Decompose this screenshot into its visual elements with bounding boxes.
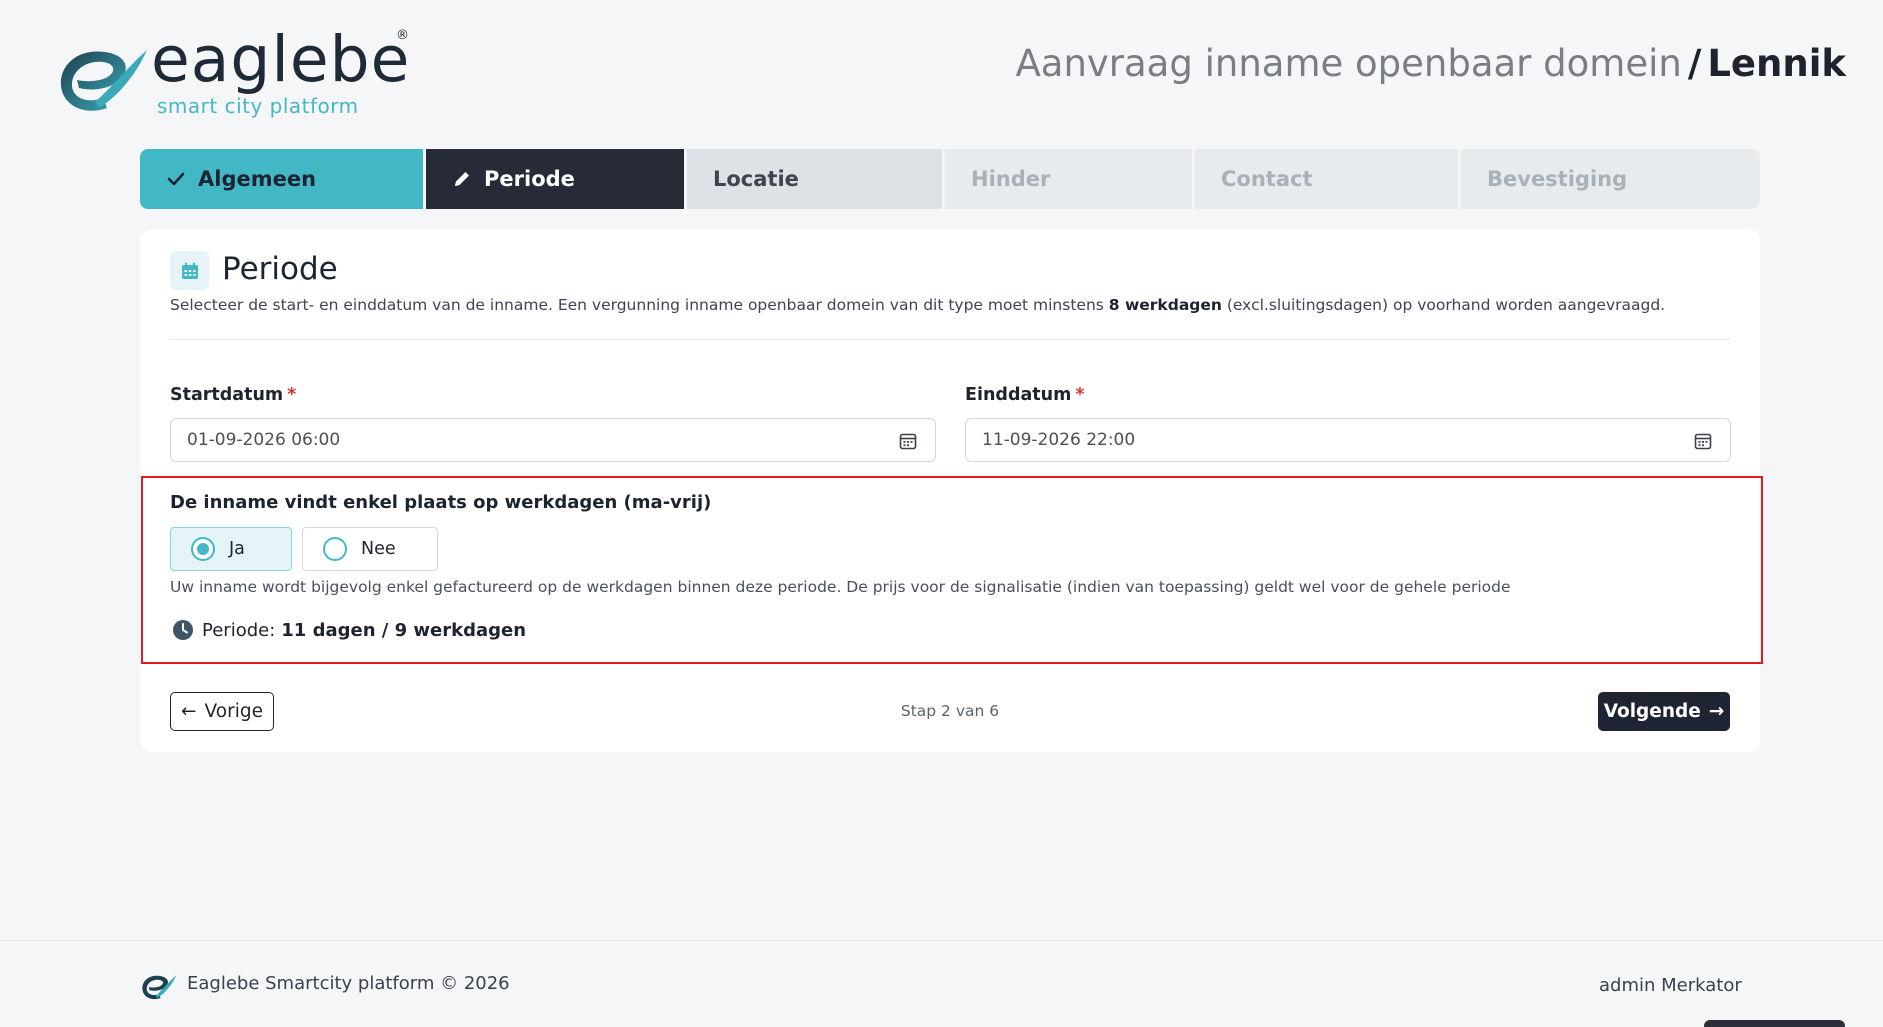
- calendar-picker-icon[interactable]: [1693, 431, 1713, 451]
- section-icon-box: [170, 251, 209, 290]
- step-periode[interactable]: Periode: [426, 149, 687, 209]
- step-label: Algemeen: [198, 167, 317, 191]
- footer-copyright: Eaglebe Smartcity platform © 2026: [187, 973, 510, 994]
- footer-divider: [0, 940, 1883, 941]
- eaglebe-footer-logo-icon: [142, 975, 177, 1000]
- description-text-end: (excl.sluitingsdagen) op voorhand worden…: [1221, 296, 1666, 314]
- section-divider: [170, 339, 1730, 340]
- check-icon: [167, 172, 185, 186]
- arrow-right-icon: →: [1708, 701, 1725, 722]
- startdatum-label-text: Startdatum: [170, 385, 284, 405]
- page-title-main: Aanvraag inname openbaar domein: [1015, 42, 1682, 85]
- einddatum-label-text: Einddatum: [965, 385, 1072, 405]
- step-hinder: Hinder: [945, 149, 1195, 209]
- step-contact: Contact: [1195, 149, 1461, 209]
- previous-button-label: Vorige: [204, 701, 263, 722]
- calendar-picker-icon[interactable]: [898, 431, 918, 451]
- step-label: Bevestiging: [1487, 167, 1628, 191]
- description-text: Selecteer de start- en einddatum van de …: [170, 296, 1109, 314]
- step-label: Contact: [1221, 167, 1313, 191]
- einddatum-label: Einddatum *: [965, 385, 1085, 405]
- next-button-label: Volgende: [1603, 701, 1701, 722]
- section-description: Selecteer de start- en einddatum van de …: [170, 296, 1665, 314]
- section-title: Periode: [222, 251, 338, 287]
- step-algemeen[interactable]: Algemeen: [140, 149, 426, 209]
- page-title-separator: /: [1687, 42, 1702, 85]
- step-indicator: Stap 2 van 6: [900, 702, 1000, 720]
- page-title: Aanvraag inname openbaar domein / Lennik: [1015, 42, 1846, 85]
- arrow-left-icon: ←: [181, 701, 197, 722]
- footer-tab[interactable]: [1704, 1020, 1845, 1027]
- logo-tagline: smart city platform: [157, 94, 359, 118]
- next-button[interactable]: Volgende →: [1598, 692, 1730, 731]
- description-emphasis: 8 werkdagen: [1108, 296, 1222, 314]
- page-title-municipality: Lennik: [1707, 42, 1846, 85]
- required-mark: *: [1075, 385, 1085, 405]
- logo-registered-mark: ®: [396, 28, 409, 43]
- logo-wordmark: eaglebe: [151, 23, 411, 96]
- footer-user-menu[interactable]: admin Merkator: [1599, 975, 1742, 996]
- step-label: Hinder: [971, 167, 1051, 191]
- step-label: Periode: [484, 167, 575, 191]
- step-locatie[interactable]: Locatie: [687, 149, 945, 209]
- step-label: Locatie: [713, 167, 799, 191]
- startdatum-label: Startdatum *: [170, 385, 296, 405]
- wizard-stepper: Algemeen Periode Locatie Hinder Contact …: [140, 149, 1760, 209]
- startdatum-input[interactable]: [170, 418, 936, 462]
- previous-button[interactable]: ← Vorige: [170, 692, 274, 731]
- eaglebe-logo[interactable]: eaglebe ® smart city platform: [55, 24, 415, 120]
- einddatum-input[interactable]: [965, 418, 1731, 462]
- calendar-icon: [181, 262, 198, 279]
- eaglebe-logo-mark-icon: [60, 50, 147, 111]
- weekdays-highlight-box: [141, 476, 1763, 664]
- required-mark: *: [287, 385, 297, 405]
- pencil-icon: [455, 172, 469, 186]
- step-bevestiging: Bevestiging: [1461, 149, 1760, 209]
